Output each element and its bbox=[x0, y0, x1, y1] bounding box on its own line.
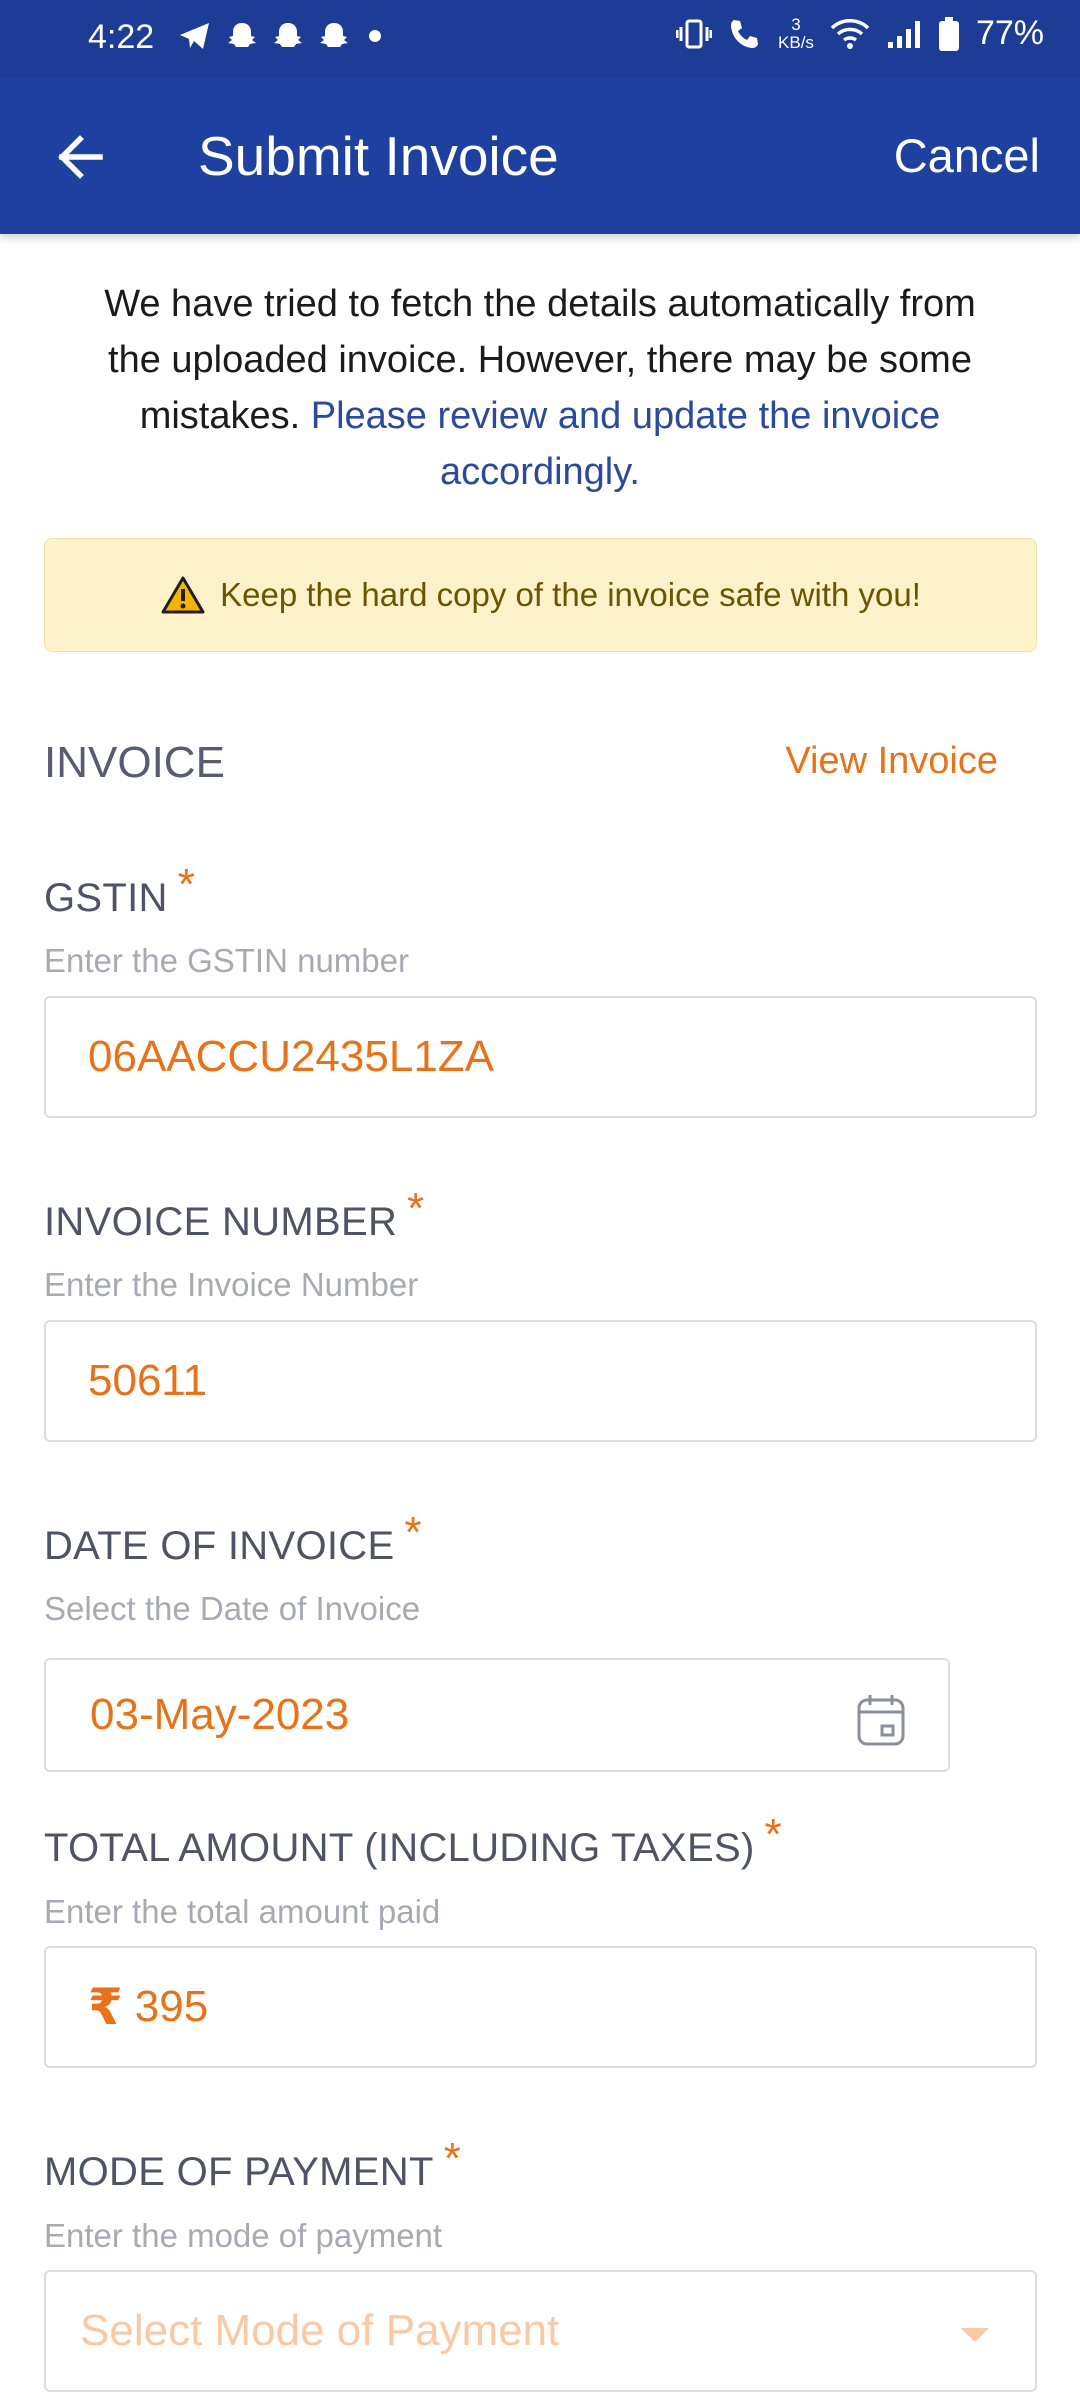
date-label: DATE OF INVOICE * bbox=[44, 1508, 422, 1568]
battery-icon bbox=[938, 16, 959, 51]
gstin-value: 06AACCU2435L1ZA bbox=[88, 1032, 495, 1081]
required-asterisk: * bbox=[404, 1508, 422, 1557]
dot-icon bbox=[369, 30, 381, 42]
payment-mode-label: MODE OF PAYMENT * bbox=[44, 2134, 462, 2194]
app-bar: Submit Invoice Cancel bbox=[0, 78, 1080, 234]
wifi-call-icon bbox=[731, 19, 759, 48]
required-asterisk: * bbox=[443, 2134, 462, 2183]
payment-mode-placeholder: Select Mode of Payment bbox=[80, 2306, 560, 2355]
network-speed-unit: KB/s bbox=[778, 32, 814, 52]
network-speed-value: 3 bbox=[791, 14, 801, 34]
payment-mode-help: Enter the mode of payment bbox=[44, 2217, 443, 2254]
status-bar: 4:22 3 KB/s 77% bbox=[0, 0, 1080, 78]
telegram-icon bbox=[180, 23, 209, 49]
intro-highlight-text: Please review and update the invoice acc… bbox=[310, 395, 941, 493]
vibrate-icon bbox=[676, 19, 713, 48]
signal-icon bbox=[887, 20, 920, 48]
required-asterisk: * bbox=[407, 1184, 425, 1233]
back-button[interactable] bbox=[48, 125, 112, 189]
arrow-left-icon bbox=[58, 135, 103, 179]
gstin-input[interactable]: 06AACCU2435L1ZA bbox=[44, 996, 1037, 1118]
date-picker-input[interactable]: 03-May-2023 bbox=[44, 1658, 950, 1772]
invoice-number-value: 50611 bbox=[88, 1356, 208, 1405]
invoice-number-label: INVOICE NUMBER * bbox=[44, 1184, 425, 1244]
invoice-number-help: Enter the Invoice Number bbox=[44, 1266, 419, 1303]
warning-triangle-icon bbox=[161, 576, 205, 614]
snapchat-icon bbox=[274, 23, 302, 47]
chevron-down-icon bbox=[961, 2328, 989, 2342]
required-asterisk: * bbox=[177, 860, 196, 909]
snapchat-icon bbox=[320, 23, 348, 47]
date-value: 03-May-2023 bbox=[90, 1690, 350, 1739]
wifi-icon bbox=[830, 18, 870, 49]
intro-message: We have tried to fetch the details autom… bbox=[80, 276, 1000, 500]
total-amount-help: Enter the total amount paid bbox=[44, 1893, 441, 1930]
gstin-help: Enter the GSTIN number bbox=[44, 942, 409, 979]
warning-banner: Keep the hard copy of the invoice safe w… bbox=[44, 538, 1037, 652]
total-amount-value: 395 bbox=[134, 1982, 209, 2031]
warning-text: Keep the hard copy of the invoice safe w… bbox=[220, 576, 921, 613]
invoice-number-input[interactable]: 50611 bbox=[44, 1320, 1037, 1442]
cancel-button[interactable]: Cancel bbox=[894, 128, 1040, 183]
battery-percentage: 77% bbox=[975, 14, 1044, 52]
date-help: Select the Date of Invoice bbox=[44, 1590, 421, 1627]
calendar-icon[interactable] bbox=[856, 1693, 906, 1747]
gstin-label: GSTIN * bbox=[44, 860, 196, 920]
rupee-icon: ₹ bbox=[88, 1979, 123, 2035]
section-title: INVOICE bbox=[44, 738, 225, 787]
page-title: Submit Invoice bbox=[198, 125, 559, 187]
payment-mode-select[interactable]: Select Mode of Payment bbox=[44, 2270, 1037, 2392]
total-amount-label: TOTAL AMOUNT (INCLUDING TAXES) * bbox=[44, 1810, 783, 1870]
total-amount-input[interactable]: ₹ 395 bbox=[44, 1946, 1037, 2068]
view-invoice-link[interactable]: View Invoice bbox=[785, 740, 998, 783]
snapchat-icon bbox=[228, 23, 256, 47]
status-time: 4:22 bbox=[88, 18, 155, 56]
required-asterisk: * bbox=[764, 1810, 783, 1859]
